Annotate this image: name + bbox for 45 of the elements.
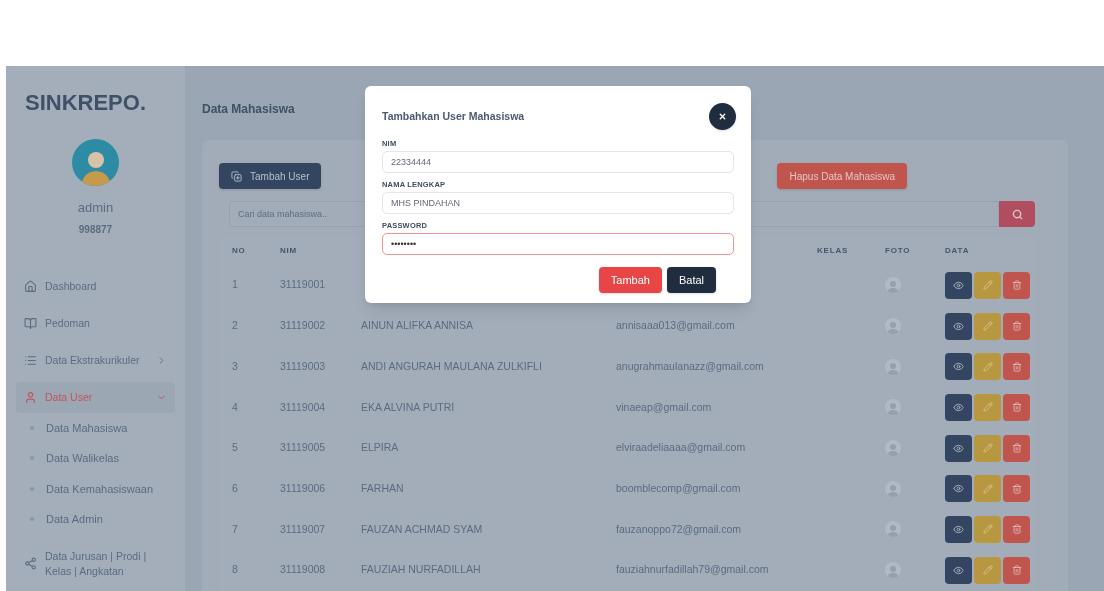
sidebar-item-label: Data User — [45, 389, 94, 405]
table-cell: 2 — [232, 318, 238, 334]
table-cell-text: EKA ALVINA PUTRI — [361, 399, 455, 415]
table-cell-text: 31119006 — [280, 480, 326, 496]
column-header: NO — [232, 245, 246, 257]
table-cell-text: 31119001 — [280, 277, 326, 293]
table-cell-text: 8 — [232, 562, 238, 578]
table-cell-text: 31119004 — [280, 399, 326, 415]
table-cell: annisaaa013@gmail.com — [616, 318, 735, 334]
table-cell-text: anugrahmaulanazz@gmail.com — [616, 358, 764, 374]
user-id: 998877 — [78, 222, 113, 237]
table-cell-text: boomblecomp@gmail.com — [616, 480, 741, 496]
table-cell-text: 6 — [232, 480, 238, 496]
table-cell-text: 3 — [232, 358, 238, 374]
table-cell: 31119002 — [280, 318, 326, 334]
column-header: NIM — [280, 245, 298, 257]
sidebar-item-label: Dashboard — [45, 278, 98, 294]
column-header: FOTO — [885, 245, 911, 257]
sidebar-item-label: Data Jurusan | Prodi | Kelas | Angkatan — [45, 548, 148, 579]
table-cell-text: fauzanoppo72@gmail.com — [616, 521, 742, 537]
sidebar-item-label: Pedoman — [45, 315, 91, 331]
table-cell: 31119005 — [280, 440, 326, 456]
table-cell-text: vinaeap@gmail.com — [616, 399, 712, 415]
table-cell-text: 7 — [232, 521, 238, 537]
table-cell-text: FAUZAN ACHMAD SYAM — [361, 521, 483, 537]
page-title: Data Mahasiswa — [202, 102, 295, 116]
table-cell-text: 31119008 — [280, 562, 326, 578]
table-cell-text: 4 — [232, 399, 238, 415]
table-cell-text: FARHAN — [361, 480, 404, 496]
table-cell-text: FAUZIAH NURFADILLAH — [361, 562, 481, 578]
column-header: DATA — [945, 245, 970, 257]
table-cell-text: fauziahnurfadillah79@gmail.com — [616, 562, 769, 578]
table-cell: AINUN ALIFKA ANNISA — [361, 318, 474, 334]
table-cell: ELPIRA — [361, 440, 399, 456]
modal-title: Tambahkan User Mahasiswa — [382, 108, 525, 124]
table-cell-text: 1 — [232, 277, 238, 293]
table-cell-text: ANDI ANGURAH MAULANA ZULKIFLI — [361, 358, 542, 374]
sidebar-item-label: Data Ekstrakurikuler — [45, 352, 141, 368]
logo: SINKREPO. — [24, 89, 148, 117]
table-cell: 5 — [232, 440, 238, 456]
table-cell: elviraadeliaaaa@gmail.com — [616, 440, 746, 456]
user-name: admin — [77, 199, 114, 217]
column-header: KELAS — [817, 245, 849, 257]
table-cell-text: 31119003 — [280, 358, 326, 374]
table-cell-text: 31119007 — [280, 521, 326, 537]
